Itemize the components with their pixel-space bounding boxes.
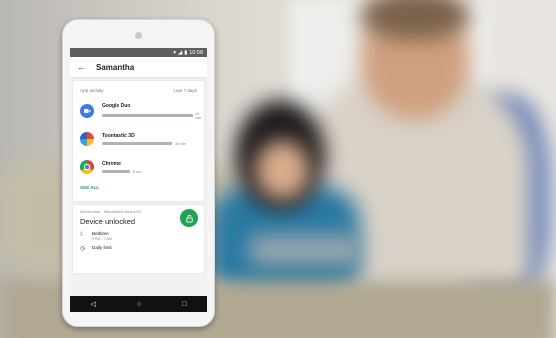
status-time: 10:58 <box>189 49 203 56</box>
lock-button[interactable] <box>180 209 198 227</box>
chrome-icon <box>80 160 94 174</box>
daily-limit-label: Daily limit <box>92 245 112 250</box>
app-row-google-duo[interactable]: Google Duo 41 min <box>73 97 204 125</box>
screen-time-label: Screen time · Samantha's Nexus 5X <box>80 210 142 214</box>
app-name: Google Duo <box>102 102 131 109</box>
bg-tablet <box>250 235 360 265</box>
wifi-icon: ▾ <box>173 49 176 56</box>
back-arrow-icon[interactable]: ← <box>77 62 86 72</box>
signal-icon: ◢ <box>177 49 183 56</box>
toontastic-icon <box>80 132 94 146</box>
usage-bar <box>102 114 193 117</box>
page-title: Samantha <box>96 62 135 72</box>
timer-icon: ◷ <box>80 246 86 252</box>
period-label[interactable]: Last 7 days <box>174 88 198 93</box>
app-name: Chrome <box>102 160 121 167</box>
unlock-icon <box>185 214 193 223</box>
daily-limit-row[interactable]: ◷ Daily limit <box>80 245 197 252</box>
nav-bar: ◁ ○ □ <box>70 296 207 312</box>
nav-back-icon[interactable]: ◁ <box>91 300 96 308</box>
app-bar: ← Samantha <box>70 57 207 77</box>
battery-icon: ▮ <box>184 49 188 56</box>
see-all-link[interactable]: SEE ALL <box>73 181 204 194</box>
app-activity-label: App activity <box>80 88 104 93</box>
app-row-chrome[interactable]: Chrome 5 min <box>73 153 204 181</box>
app-activity-header: App activity Last 7 days <box>73 81 204 93</box>
usage-duration: 41 min <box>195 111 202 120</box>
app-name: Toontastic 3D <box>102 132 135 139</box>
phone-screen: ▾ ◢ ▮ 10:58 ← Samantha App activity Last… <box>70 48 207 312</box>
app-row-toontastic[interactable]: Toontastic 3D 30 min <box>73 125 204 153</box>
bedtime-label: Bedtime <box>92 231 109 236</box>
bedtime-row[interactable]: ☾ Bedtime 9 PM - 7 AM <box>80 231 197 241</box>
usage-bar <box>102 170 130 173</box>
moon-icon: ☾ <box>80 232 86 238</box>
phone-earpiece <box>135 32 142 39</box>
app-activity-card: App activity Last 7 days Google Duo 41 m… <box>73 81 204 201</box>
nav-recents-icon[interactable]: □ <box>182 301 186 308</box>
google-duo-icon <box>80 104 94 118</box>
bg-child-face <box>255 140 310 200</box>
usage-duration: 30 min <box>175 141 186 146</box>
device-card: Screen time · Samantha's Nexus 5X Device… <box>73 205 204 273</box>
phone-device: ▾ ◢ ▮ 10:58 ← Samantha App activity Last… <box>62 19 215 327</box>
bedtime-hours: 9 PM - 7 AM <box>92 237 112 241</box>
usage-bar <box>102 142 172 145</box>
nav-home-icon[interactable]: ○ <box>137 301 141 308</box>
usage-duration: 5 min <box>133 169 142 174</box>
status-bar: ▾ ◢ ▮ 10:58 <box>70 48 207 57</box>
